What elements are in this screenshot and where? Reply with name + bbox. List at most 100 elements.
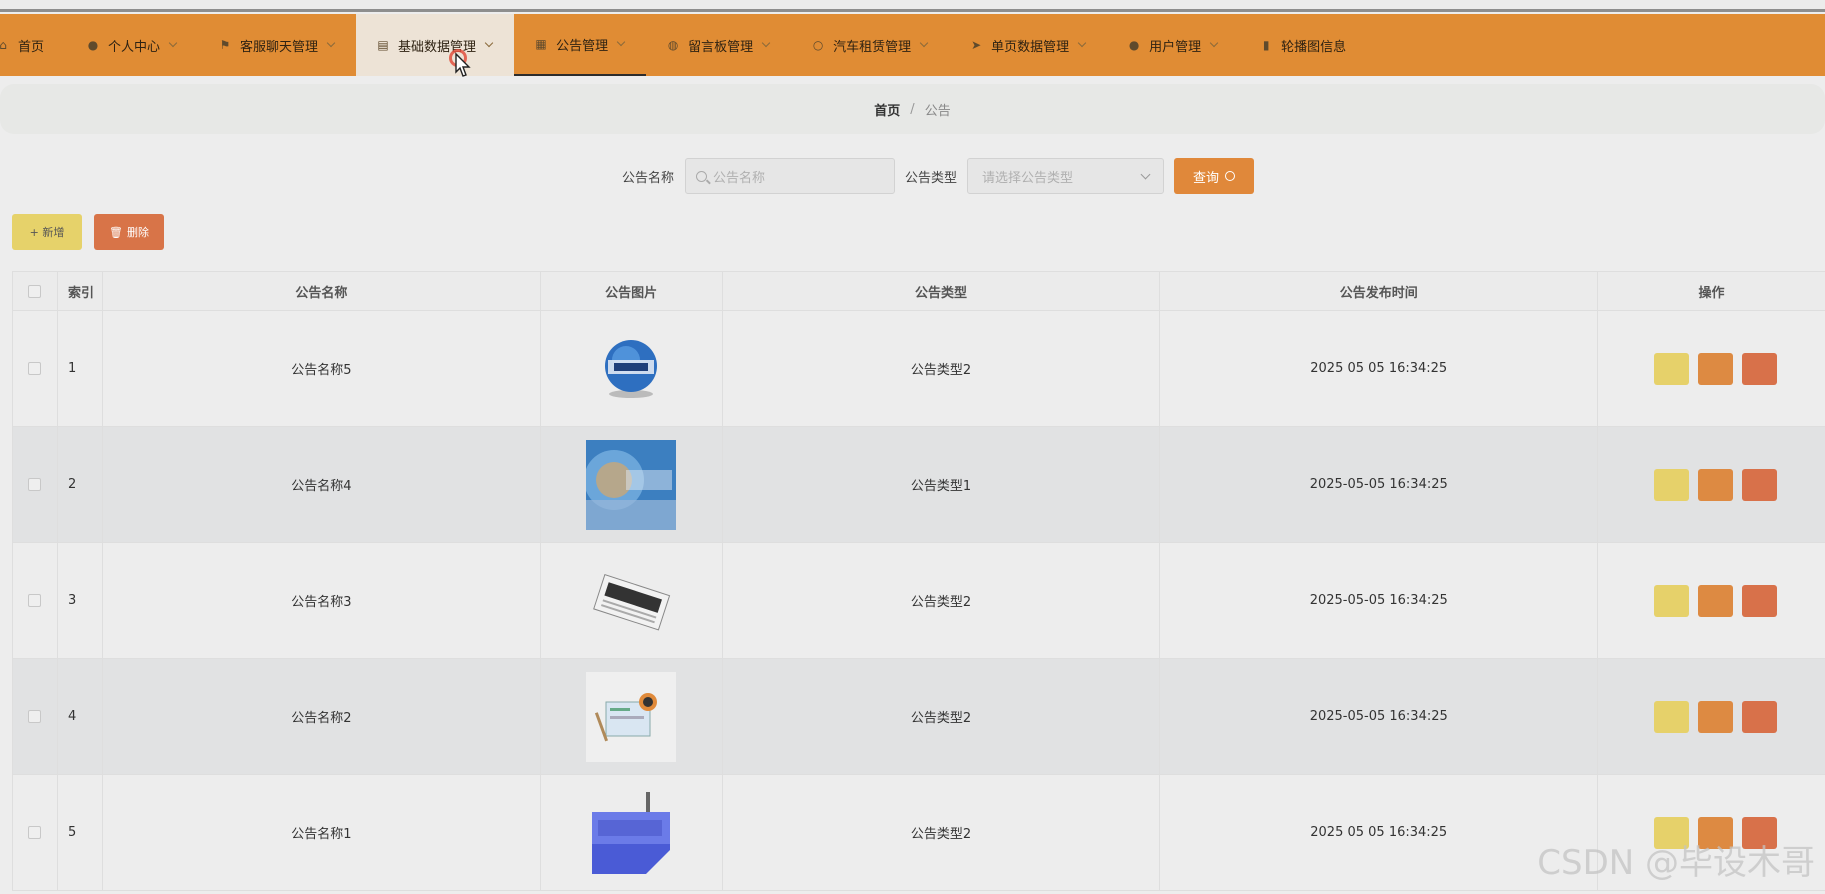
view-button[interactable] (1654, 584, 1690, 617)
nav-item-label: 用户管理 (1149, 39, 1202, 55)
header-actions: 操作 (1698, 285, 1725, 301)
edit-button[interactable] (1698, 700, 1734, 733)
row-image-cell (541, 427, 723, 542)
chevron-down-icon (761, 38, 771, 48)
row-checkbox-cell (13, 427, 58, 542)
row-type: 公告类型1 (723, 427, 1161, 542)
header-name: 公告名称 (103, 272, 541, 310)
edit-button[interactable] (1698, 468, 1734, 501)
grid-icon: ▦ (535, 37, 547, 51)
newspaper-image (593, 573, 671, 631)
header-image: 公告图片 (541, 272, 723, 310)
breadcrumb-home[interactable]: 首页 (874, 100, 900, 119)
row-name: 公告名称4 (103, 427, 541, 542)
row-time: 2025-05-05 16:34:25 (1160, 659, 1599, 774)
nav-item-label: 留言板管理 (688, 39, 754, 55)
nav-item-label: 汽车租赁管理 (833, 39, 912, 55)
nav-item-label: 单页数据管理 (991, 39, 1070, 55)
table-header: 索引 公告名称 公告图片 公告类型 公告发布时间 操作 (13, 271, 1825, 311)
query-button[interactable]: 查询 (1174, 158, 1254, 194)
row-delete-button[interactable] (1742, 468, 1778, 501)
type-select-label: 公告类型 (905, 171, 958, 186)
nav-item-car-rental[interactable]: ○ 汽车租赁管理 (791, 14, 949, 76)
nav-item-label: 公告管理 (556, 38, 609, 54)
row-type: 公告类型2 (723, 659, 1161, 774)
news-illustration-image (586, 671, 677, 762)
row-checkbox[interactable] (28, 594, 42, 607)
add-button[interactable]: + 新增 (12, 214, 82, 250)
row-name: 公告名称1 (103, 775, 541, 890)
table-row: 4 公告名称2 公告类型2 2025-05-05 16:34:25 (13, 659, 1825, 775)
nav-item-message-board[interactable]: ◍ 留言板管理 (646, 14, 791, 76)
browser-top-strip (0, 0, 1825, 12)
breadcrumb-current: 公告 (924, 103, 951, 119)
chevron-down-icon (919, 38, 929, 48)
view-button[interactable] (1654, 352, 1690, 385)
announcement-table: 索引 公告名称 公告图片 公告类型 公告发布时间 操作 1 公告名称5 公告类型… (12, 271, 1825, 891)
row-actions (1598, 311, 1825, 426)
search-icon (696, 170, 707, 182)
nav-item-carousel[interactable]: ▮ 轮播图信息 (1239, 14, 1368, 76)
blue-news-image (586, 439, 677, 530)
type-select-placeholder: 请选择公告类型 (982, 170, 1074, 186)
name-search-input[interactable]: 公告名称 (685, 158, 895, 194)
nav-item-chat[interactable]: ⚑ 客服聊天管理 (198, 14, 356, 76)
row-checkbox[interactable] (28, 710, 42, 723)
chevron-down-icon (326, 38, 336, 48)
chevron-down-icon (168, 38, 178, 48)
nav-item-announcements[interactable]: ▦ 公告管理 (514, 14, 647, 76)
nav-item-home[interactable]: ⌂ 首页 (0, 14, 66, 76)
delete-button[interactable]: 🗑 删除 (94, 214, 164, 250)
header-type: 公告类型 (723, 272, 1161, 310)
row-checkbox-cell (13, 311, 58, 426)
row-checkbox[interactable] (28, 478, 42, 491)
row-name: 公告名称3 (103, 543, 541, 658)
name-search-placeholder: 公告名称 (713, 170, 766, 186)
edit-button[interactable] (1698, 352, 1734, 385)
add-button-label: + 新增 (29, 226, 65, 239)
row-index: 1 (58, 311, 103, 426)
row-time: 2025-05-05 16:34:25 (1160, 543, 1599, 658)
search-icon (1225, 171, 1235, 181)
row-delete-button[interactable] (1742, 700, 1778, 733)
globe-news-image (605, 339, 658, 398)
row-actions (1598, 427, 1825, 542)
delete-button-label: 删除 (126, 226, 149, 239)
view-button[interactable] (1654, 700, 1690, 733)
nav-item-users[interactable]: ● 用户管理 (1107, 14, 1239, 76)
row-index: 4 (58, 659, 103, 774)
row-actions (1598, 659, 1825, 774)
breadcrumb-separator: / (910, 101, 915, 117)
chevron-down-icon (484, 38, 494, 48)
row-checkbox-cell (13, 659, 58, 774)
select-all-cell (13, 272, 58, 310)
row-index: 5 (58, 775, 103, 890)
select-all-checkbox[interactable] (28, 284, 42, 298)
row-index: 2 (58, 427, 103, 542)
nav-item-personal-center[interactable]: ● 个人中心 (66, 14, 198, 76)
row-checkbox[interactable] (28, 362, 42, 375)
table-row: 3 公告名称3 公告类型2 2025-05-05 16:34:25 (13, 543, 1825, 659)
nav-item-single-page[interactable]: ➤ 单页数据管理 (949, 14, 1107, 76)
nav-item-basic-data[interactable]: ▤ 基础数据管理 (356, 14, 515, 76)
mouse-cursor-icon (448, 46, 474, 82)
bar-chart-icon: ▮ (1262, 38, 1270, 52)
row-checkbox-cell (13, 543, 58, 658)
row-name: 公告名称5 (103, 311, 541, 426)
flag-icon: ⚑ (219, 38, 231, 52)
type-select[interactable]: 请选择公告类型 (967, 158, 1164, 194)
trash-icon: 🗑 (109, 225, 123, 239)
row-checkbox[interactable] (28, 826, 42, 839)
row-image-cell (541, 311, 723, 426)
edit-button[interactable] (1698, 584, 1734, 617)
row-actions (1598, 543, 1825, 658)
row-delete-button[interactable] (1742, 584, 1778, 617)
row-checkbox-cell (13, 775, 58, 890)
table-row: 2 公告名称4 公告类型1 2025-05-05 16:34:25 (13, 427, 1825, 543)
header-time: 公告发布时间 (1160, 272, 1599, 310)
view-button[interactable] (1654, 468, 1690, 501)
row-type: 公告类型2 (723, 543, 1161, 658)
breadcrumb: 首页 / 公告 (0, 84, 1825, 134)
row-delete-button[interactable] (1742, 352, 1778, 385)
watermark: CSDN @毕设木哥 (1537, 843, 1815, 883)
